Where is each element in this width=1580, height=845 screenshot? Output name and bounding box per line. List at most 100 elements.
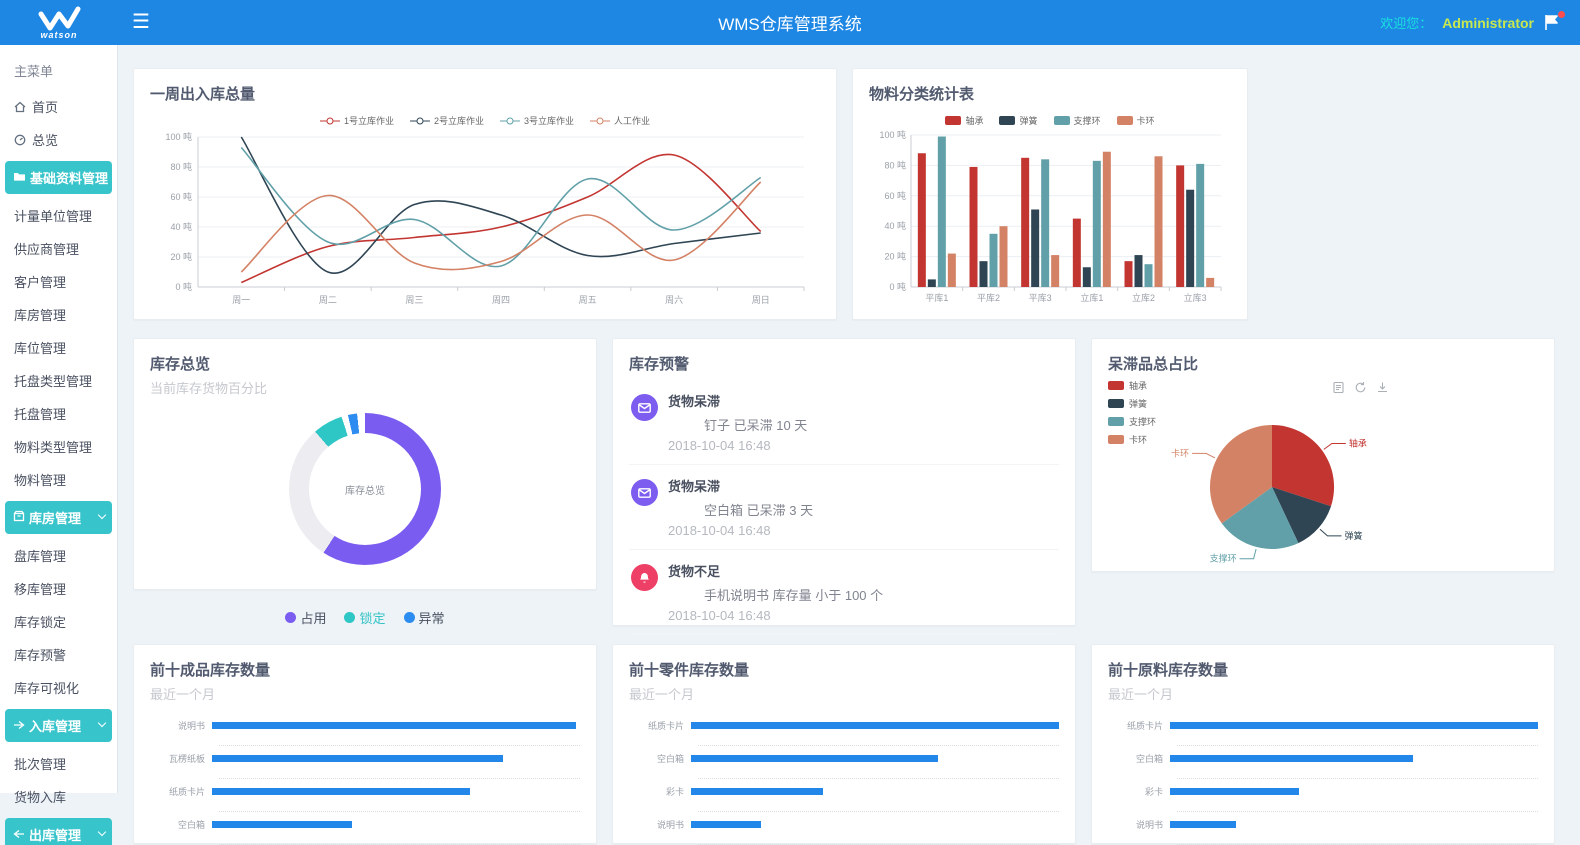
hbar-bar (212, 788, 470, 795)
sidebar-item[interactable]: 总览 (0, 123, 117, 156)
hbar-gridline (698, 804, 1059, 812)
legend-label: 轴承 (1129, 379, 1147, 392)
hbar-bar (691, 755, 938, 762)
sidebar-section-label: 主菜单 (0, 53, 117, 90)
sidebar-group[interactable]: 入库管理 (5, 709, 112, 742)
hbar-row[interactable]: 纸质卡片 (150, 783, 580, 800)
hbar-row[interactable]: 说明书 (629, 816, 1059, 833)
weekly-chart-legend: 1号立库作业 2号立库作业 3号立库作业 人工作业 (150, 114, 820, 127)
sidebar-item[interactable]: 物料类型管理 (0, 430, 117, 463)
sidebar-item-label: 库房管理 (14, 305, 66, 324)
hbar-row[interactable]: 空白箱 (629, 750, 1059, 767)
hbar-row[interactable]: 空白箱 (150, 816, 580, 833)
svg-text:40 吨: 40 吨 (170, 221, 192, 232)
hbar-row[interactable]: 瓦楞纸板 (150, 750, 580, 767)
legend-item[interactable]: 卡环 (1117, 114, 1155, 127)
chart-toolbox (1332, 381, 1389, 394)
sidebar-item[interactable]: 盘库管理 (0, 539, 117, 572)
sidebar-item[interactable]: 供应商管理 (0, 232, 117, 265)
sidebar-item[interactable]: 批次管理 (0, 747, 117, 780)
legend-item[interactable]: 人工作业 (590, 114, 650, 127)
legend-swatch (999, 116, 1015, 125)
sidebar-item-label: 首页 (32, 97, 58, 116)
hbar-label: 纸质卡片 (1108, 719, 1170, 732)
hbar-label: 说明书 (629, 818, 691, 831)
sidebar-item[interactable]: 库存锁定 (0, 605, 117, 638)
sidebar-item-label: 托盘管理 (14, 404, 66, 423)
hbar-row[interactable]: 说明书 (150, 717, 580, 734)
svg-text:平库1: 平库1 (925, 292, 948, 303)
hbar-label: 说明书 (150, 719, 212, 732)
stock-donut-wrap: 库存总览 (150, 413, 580, 565)
legend-item[interactable]: 锁定 (344, 608, 385, 627)
hbar-row[interactable]: 纸质卡片 (1108, 717, 1538, 734)
sidebar-item-label: 物料管理 (14, 470, 66, 489)
sidebar-item[interactable]: 客户管理 (0, 265, 117, 298)
svg-text:80 吨: 80 吨 (170, 161, 192, 172)
legend-item[interactable]: 弹簧 (999, 114, 1037, 127)
sidebar-item-label: 库位管理 (14, 338, 66, 357)
username[interactable]: Administrator (1442, 15, 1534, 31)
top10-bar-chart: 纸质卡片 空白箱 彩卡 说明书 (1108, 717, 1538, 845)
legend-item[interactable]: 异常 (404, 608, 445, 627)
donut-legend: 占用锁定异常 (150, 591, 580, 627)
legend-item[interactable]: 1号立库作业 (320, 114, 394, 127)
legend-item[interactable]: 支撑环 (1054, 114, 1101, 127)
sidebar-item-label: 物料类型管理 (14, 437, 92, 456)
hbar-bar (1170, 788, 1299, 795)
hbar-gridline (1177, 837, 1538, 845)
hbar-bar (1170, 755, 1413, 762)
svg-text:支撑环: 支撑环 (1210, 553, 1237, 564)
data-view-icon[interactable] (1332, 381, 1345, 394)
legend-item[interactable]: 占用 (285, 608, 326, 627)
weekly-line-chart[interactable]: 0 吨20 吨40 吨60 吨80 吨100 吨周一周二周三周四周五周六周日 (150, 129, 818, 311)
hbar-row[interactable]: 彩卡 (1108, 783, 1538, 800)
overview-subtitle: 当前库存货物百分比 (150, 378, 580, 397)
legend-label: 占用 (300, 608, 326, 627)
hbar-row[interactable]: 说明书 (1108, 816, 1538, 833)
warehouse-icon (13, 510, 25, 525)
sidebar-item[interactable]: 库房管理 (0, 298, 117, 331)
sidebar-group[interactable]: 基础资料管理 (5, 161, 112, 194)
sidebar-item[interactable]: 物料管理 (0, 463, 117, 496)
hbar-row[interactable]: 彩卡 (629, 783, 1059, 800)
line-marker-icon (410, 117, 430, 125)
sidebar-group[interactable]: 库房管理 (5, 501, 112, 534)
legend-swatch (1054, 116, 1070, 125)
download-icon[interactable] (1376, 381, 1389, 394)
legend-item[interactable]: 轴承 (945, 114, 983, 127)
alert-item[interactable]: 货物呆滞 空白箱 已呆滞 3 天 2018-10-04 16:48 (629, 465, 1059, 550)
sidebar-item[interactable]: 移库管理 (0, 572, 117, 605)
home-icon (14, 101, 27, 113)
alert-item[interactable]: 货物不足 手机说明书 库存量 小于 100 个 2018-10-04 16:48 (629, 550, 1059, 635)
sidebar-item[interactable]: 托盘管理 (0, 397, 117, 430)
material-bar-chart[interactable]: 0 吨20 吨40 吨60 吨80 吨100 吨平库1平库2平库3立库1立库2立… (869, 129, 1229, 307)
sidebar-item[interactable]: 库位管理 (0, 331, 117, 364)
stock-donut-chart[interactable]: 库存总览 (289, 413, 441, 565)
hbar-gridline (1177, 804, 1538, 812)
legend-item[interactable]: 轴承 (1108, 379, 1156, 392)
alert-item[interactable]: 货物呆滞 钉子 已呆滞 10 天 2018-10-04 16:48 (629, 380, 1059, 465)
restore-icon[interactable] (1354, 381, 1367, 394)
hbar-row[interactable]: 空白箱 (1108, 750, 1538, 767)
hbar-label: 纸质卡片 (629, 719, 691, 732)
alert-time: 2018-10-04 16:48 (668, 523, 813, 538)
hbar-bar (691, 788, 823, 795)
sidebar-item[interactable]: 托盘类型管理 (0, 364, 117, 397)
legend-item[interactable]: 3号立库作业 (500, 114, 574, 127)
legend-item[interactable]: 2号立库作业 (410, 114, 484, 127)
arrow-right-icon (13, 718, 25, 733)
notification-flag-icon[interactable] (1544, 14, 1562, 32)
hbar-row[interactable]: 纸质卡片 (629, 717, 1059, 734)
hbar-label: 空白箱 (150, 818, 212, 831)
sidebar-item[interactable]: 库存预警 (0, 638, 117, 671)
sidebar-item[interactable]: 库存可视化 (0, 671, 117, 704)
svg-text:周二: 周二 (319, 295, 337, 305)
hbar-gridline (698, 771, 1059, 779)
row-1: 一周出入库总量 1号立库作业2号立库作业3号立库作业人工作业 0 吨20 吨40… (133, 68, 1565, 320)
stagnant-pie-chart[interactable]: 轴承弹簧支撑环卡环 (1122, 395, 1452, 565)
sidebar-item-label: 盘库管理 (14, 546, 66, 565)
sidebar-item[interactable]: 计量单位管理 (0, 199, 117, 232)
alert-desc: 空白箱 已呆滞 3 天 (704, 500, 813, 519)
sidebar-item[interactable]: 首页 (0, 90, 117, 123)
